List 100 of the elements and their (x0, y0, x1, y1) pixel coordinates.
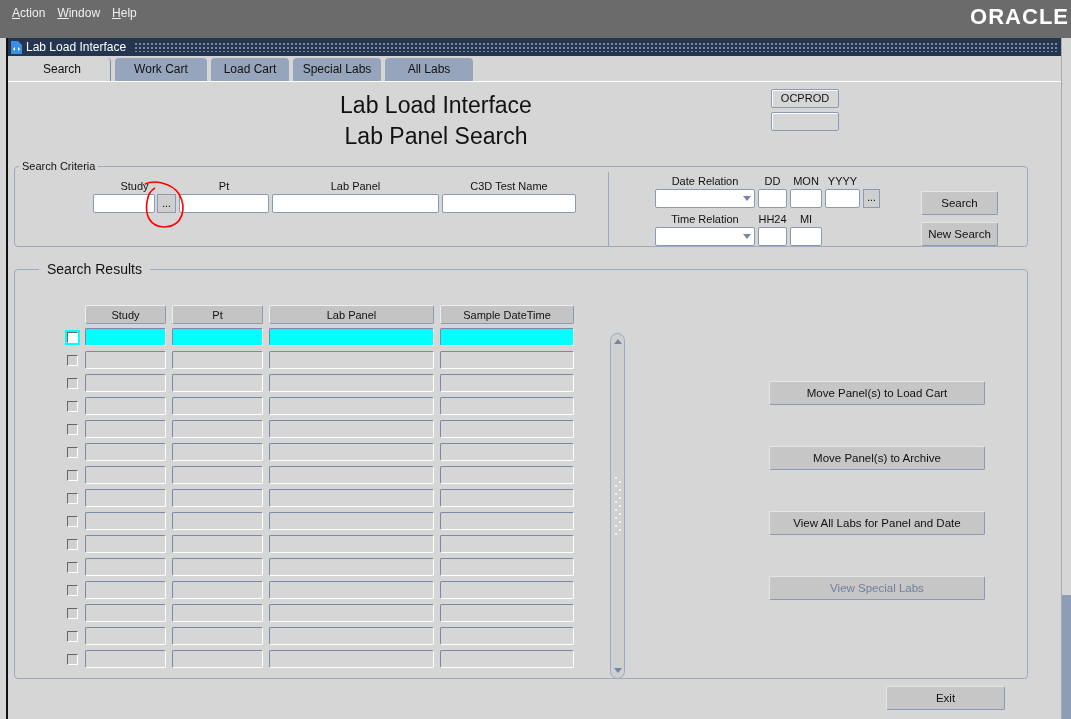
table-cell[interactable] (269, 581, 434, 599)
action-button[interactable]: Move Panel(s) to Archive (769, 446, 985, 470)
table-cell[interactable] (85, 374, 166, 392)
exit-button[interactable]: Exit (886, 686, 1005, 710)
table-cell[interactable] (85, 650, 166, 668)
table-cell[interactable] (85, 627, 166, 645)
row-checkbox[interactable] (67, 538, 78, 550)
table-cell[interactable] (172, 604, 263, 622)
list-of-values-button[interactable]: ... (157, 194, 176, 213)
row-checkbox[interactable] (67, 584, 78, 596)
table-cell[interactable] (85, 489, 166, 507)
tab[interactable]: All Labs (385, 58, 473, 81)
search-button[interactable]: New Search (921, 222, 998, 246)
menu-item[interactable]: Help (112, 6, 137, 20)
table-cell[interactable] (269, 512, 434, 530)
table-cell[interactable] (172, 466, 263, 484)
row-checkbox[interactable] (67, 492, 78, 504)
column-header[interactable]: Study (85, 304, 166, 324)
table-cell[interactable] (172, 581, 263, 599)
row-checkbox[interactable] (67, 653, 78, 665)
row-checkbox[interactable] (67, 515, 78, 527)
table-cell[interactable] (440, 535, 574, 553)
table-cell[interactable] (85, 443, 166, 461)
table-cell[interactable] (440, 420, 574, 438)
table-cell[interactable] (172, 512, 263, 530)
table-cell[interactable] (85, 604, 166, 622)
list-of-values-button[interactable]: ... (863, 188, 880, 208)
table-cell[interactable] (269, 489, 434, 507)
dropdown[interactable] (655, 188, 755, 208)
menu-item[interactable]: Action (12, 6, 46, 20)
table-cell[interactable] (269, 558, 434, 576)
table-cell[interactable] (269, 397, 434, 415)
input-field[interactable] (790, 188, 822, 208)
table-cell[interactable] (269, 650, 434, 668)
menu-item[interactable]: Window (57, 6, 101, 20)
column-header[interactable]: Lab Panel (269, 304, 434, 324)
table-cell[interactable] (172, 397, 263, 415)
input-field[interactable] (825, 188, 860, 208)
scrollbar[interactable] (610, 333, 625, 679)
input-field[interactable] (93, 194, 155, 213)
input-field[interactable] (758, 188, 787, 208)
table-cell[interactable] (85, 397, 166, 415)
table-cell[interactable] (440, 466, 574, 484)
table-cell[interactable] (440, 374, 574, 392)
table-cell[interactable] (440, 627, 574, 645)
table-cell[interactable] (269, 604, 434, 622)
tab[interactable]: Work Cart (115, 58, 207, 81)
row-checkbox[interactable] (67, 423, 78, 435)
row-checkbox[interactable] (67, 331, 78, 343)
table-cell[interactable] (269, 351, 434, 369)
table-cell[interactable] (85, 351, 166, 369)
row-checkbox[interactable] (67, 400, 78, 412)
table-cell[interactable] (269, 443, 434, 461)
table-cell[interactable] (172, 489, 263, 507)
table-cell[interactable] (85, 420, 166, 438)
table-cell[interactable] (85, 466, 166, 484)
tab[interactable]: Special Labs (293, 58, 381, 81)
row-checkbox[interactable] (67, 446, 78, 458)
row-checkbox[interactable] (67, 377, 78, 389)
table-cell[interactable] (440, 512, 574, 530)
row-checkbox[interactable] (67, 607, 78, 619)
table-cell[interactable] (172, 351, 263, 369)
table-cell[interactable] (440, 604, 574, 622)
table-cell[interactable] (85, 581, 166, 599)
input-field[interactable] (179, 194, 269, 213)
table-cell[interactable] (85, 512, 166, 530)
table-cell[interactable] (172, 650, 263, 668)
table-cell[interactable] (269, 466, 434, 484)
table-cell[interactable] (85, 535, 166, 553)
table-cell[interactable] (269, 535, 434, 553)
row-checkbox[interactable] (67, 354, 78, 366)
table-cell[interactable] (269, 328, 434, 346)
table-cell[interactable] (85, 328, 166, 346)
input-field[interactable] (442, 194, 576, 213)
table-cell[interactable] (172, 420, 263, 438)
table-cell[interactable] (269, 627, 434, 645)
dropdown[interactable] (655, 227, 755, 246)
table-cell[interactable] (172, 374, 263, 392)
table-cell[interactable] (172, 558, 263, 576)
input-field[interactable] (272, 194, 439, 213)
action-button[interactable]: Move Panel(s) to Load Cart (769, 381, 985, 405)
row-checkbox[interactable] (67, 630, 78, 642)
input-field[interactable] (758, 227, 787, 246)
table-cell[interactable] (269, 420, 434, 438)
row-checkbox[interactable] (67, 561, 78, 573)
table-cell[interactable] (172, 627, 263, 645)
table-cell[interactable] (440, 489, 574, 507)
table-cell[interactable] (269, 374, 434, 392)
table-cell[interactable] (440, 443, 574, 461)
table-cell[interactable] (440, 558, 574, 576)
tab[interactable]: Load Cart (211, 58, 289, 81)
table-cell[interactable] (440, 397, 574, 415)
table-cell[interactable] (172, 328, 263, 346)
table-cell[interactable] (85, 558, 166, 576)
column-header[interactable]: Pt (172, 304, 263, 324)
row-checkbox[interactable] (67, 469, 78, 481)
table-cell[interactable] (172, 535, 263, 553)
input-field[interactable] (790, 227, 822, 246)
column-header[interactable]: Sample DateTime (440, 304, 574, 324)
table-cell[interactable] (440, 351, 574, 369)
